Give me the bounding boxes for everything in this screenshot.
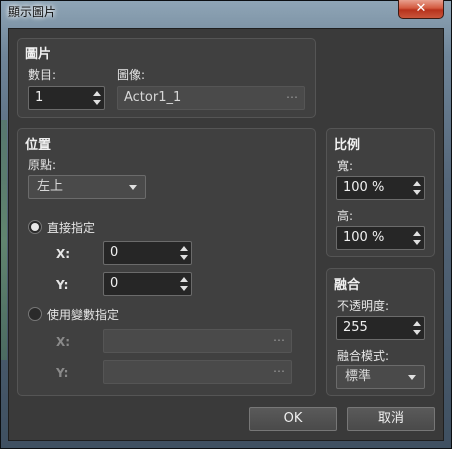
picture-group-title: 圖片 [25,47,52,62]
origin-label: 原點: [28,158,57,172]
direct-radio[interactable] [28,220,42,234]
variable-label[interactable]: 使用變數指定 [47,306,119,323]
spin-down-icon[interactable] [93,100,101,105]
width-spin[interactable] [412,179,422,197]
image-value: Actor1_1 [124,90,182,105]
position-group-title: 位置 [25,138,52,153]
number-label: 數目: [28,68,57,82]
opacity-stepper[interactable]: 255 [336,316,425,340]
variable-radio[interactable] [28,307,42,321]
scale-group: 比例 寬: 100 % 高: 100 % [326,128,435,257]
spin-up-icon[interactable] [93,91,101,96]
spin-down-icon[interactable] [413,190,421,195]
var-x-field[interactable]: ⋯ [103,329,292,353]
direct-y-value: 0 [110,276,119,291]
opacity-label: 不透明度: [337,299,390,313]
spin-up-icon[interactable] [180,277,188,282]
height-label: 高: [337,209,354,223]
spin-up-icon[interactable] [413,231,421,236]
var-x-browse-icon[interactable]: ⋯ [273,329,285,351]
title-bar[interactable]: 顯示圖片 ✕ [0,0,452,22]
opacity-spin[interactable] [412,319,422,337]
var-y-label: Y: [56,366,69,380]
var-x-label: X: [56,335,71,349]
image-browse-icon[interactable]: ⋯ [286,86,298,108]
height-stepper[interactable]: 100 % [336,226,425,250]
window-title: 顯示圖片 [8,5,57,19]
picture-group: 圖片 數目: 1 圖像: Actor1_1 ⋯ [17,38,316,118]
scale-group-title: 比例 [334,138,361,153]
position-group: 位置 原點: 左上 直接指定 X: 0 Y: 0 使用變數指定 X: ⋯ Y: … [17,128,316,396]
number-stepper[interactable]: 1 [28,86,105,110]
image-label: 圖像: [117,68,146,82]
direct-x-value: 0 [110,245,119,260]
direct-y-label: Y: [56,278,69,292]
height-value: 100 % [343,230,385,245]
direct-x-label: X: [56,247,71,261]
number-value: 1 [35,90,44,105]
spin-up-icon[interactable] [413,321,421,326]
spin-down-icon[interactable] [180,255,188,260]
number-spin[interactable] [92,89,102,107]
chevron-down-icon [408,375,416,380]
var-y-field[interactable]: ⋯ [103,360,292,384]
width-label: 寬: [337,159,354,173]
opacity-value: 255 [343,320,368,335]
direct-label[interactable]: 直接指定 [47,219,95,236]
image-field[interactable]: Actor1_1 ⋯ [117,86,305,110]
spin-down-icon[interactable] [413,240,421,245]
origin-value: 左上 [37,179,64,194]
width-value: 100 % [343,180,385,195]
origin-select[interactable]: 左上 [28,175,146,199]
close-button[interactable]: ✕ [398,0,444,19]
blend-group-title: 融合 [334,278,361,293]
spin-down-icon[interactable] [413,330,421,335]
cancel-button[interactable]: 取消 [347,407,435,431]
direct-y-spin[interactable] [179,275,189,293]
chevron-down-icon [129,185,137,190]
var-y-browse-icon[interactable]: ⋯ [273,360,285,382]
spin-up-icon[interactable] [413,181,421,186]
frame-glow [1,120,7,360]
blend-mode-value: 標準 [345,369,372,384]
blend-mode-label: 融合模式: [337,349,390,363]
blend-group: 融合 不透明度: 255 融合模式: 標準 [326,268,435,396]
direct-y-stepper[interactable]: 0 [103,272,192,296]
blend-mode-select[interactable]: 標準 [336,365,425,389]
width-stepper[interactable]: 100 % [336,176,425,200]
spin-down-icon[interactable] [180,286,188,291]
direct-x-spin[interactable] [179,244,189,262]
direct-x-stepper[interactable]: 0 [103,241,192,265]
ok-button[interactable]: OK [249,407,337,431]
height-spin[interactable] [412,229,422,247]
spin-up-icon[interactable] [180,246,188,251]
